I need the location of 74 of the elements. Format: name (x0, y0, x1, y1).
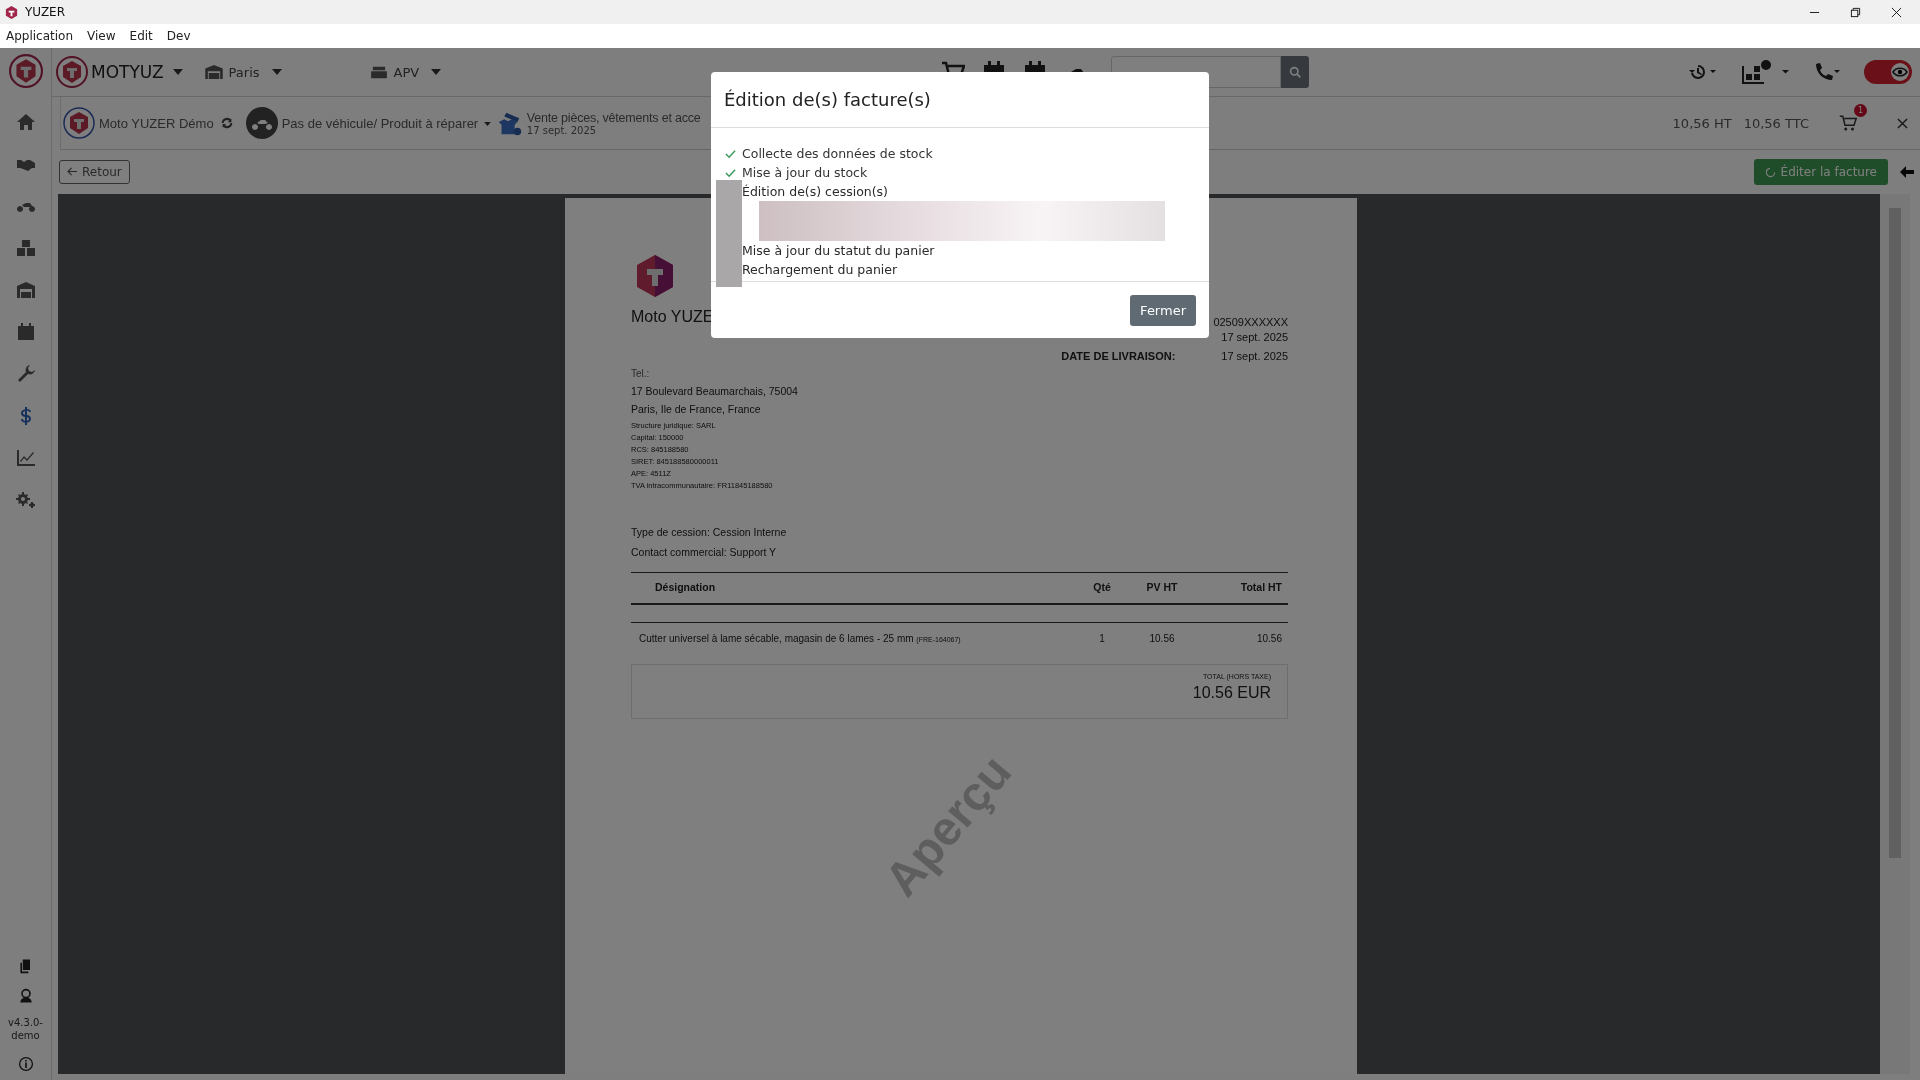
app-logo-icon[interactable] (8, 54, 43, 88)
department-selector[interactable]: APV (369, 64, 442, 80)
gears-icon[interactable] (15, 490, 36, 510)
caret-icon (483, 122, 491, 127)
close-icon[interactable] (1891, 6, 1902, 18)
company-logo-icon (635, 254, 675, 298)
column-header: Qté (1092, 581, 1112, 593)
company-logo-icon (56, 56, 88, 88)
back-button[interactable]: Retour (59, 160, 130, 184)
home-icon[interactable] (15, 112, 36, 132)
info-icon[interactable] (17, 1056, 34, 1072)
delivery-label: DATE DE LIVRAISON: (1061, 350, 1176, 362)
step-label: Édition de(s) cession(s) (742, 184, 888, 199)
step-label: Mise à jour du stock (742, 165, 868, 180)
step-label: Collecte des données de stock (742, 146, 933, 161)
history-icon[interactable] (1688, 62, 1718, 82)
restore-icon[interactable] (1850, 6, 1861, 18)
delivery-date: 17 sept. 2025 (1221, 350, 1288, 362)
warehouse-icon (204, 65, 223, 79)
motorcycle-avatar-icon (245, 107, 278, 139)
sales-contact: Contact commercial: Support Y (631, 546, 778, 558)
refresh-icon[interactable] (219, 116, 234, 130)
total-amount: 10.56 EUR (1192, 684, 1271, 702)
arrow-left-icon[interactable] (1900, 166, 1914, 178)
invoice-date: 17 sept. 2025 (1221, 331, 1288, 343)
vehicle-selector[interactable]: Pas de véhicule/ Produit à réparer (281, 115, 491, 131)
garage-icon[interactable] (15, 280, 36, 300)
invoice-number: 02509XXXXXX (1213, 316, 1288, 328)
app-logo-icon (4, 4, 19, 20)
column-header: Total HT (1239, 581, 1282, 593)
search-icon (1288, 65, 1302, 79)
company-name: Moto YUZE (631, 308, 714, 326)
search-button[interactable] (1281, 56, 1310, 88)
eye-icon (1890, 62, 1910, 82)
visibility-toggle[interactable] (1864, 60, 1912, 84)
address-line: 17 Boulevard Beaumarchais, 75004 (631, 385, 799, 397)
cession-type: Type de cession: Cession Interne (631, 526, 788, 538)
caret-icon (431, 69, 442, 75)
cart-badge: 1 (1854, 104, 1867, 117)
caret-icon (172, 69, 183, 75)
company-selector[interactable]: MOTYUZ (56, 56, 183, 88)
step-label: Rechargement du panier (742, 262, 898, 277)
caret-icon (271, 69, 282, 75)
sale-date: 17 sept. 2025 (526, 124, 597, 136)
boxes-icon[interactable] (15, 238, 36, 258)
dialog-title: Édition de(s) facture(s) (724, 89, 931, 110)
version-label: v4.3.0-demo (7, 1016, 44, 1042)
phone-label: Tel.: (631, 368, 651, 379)
table-cell-text: 10.56 (1148, 633, 1176, 644)
spinner-icon (1764, 166, 1776, 178)
step-label: Mise à jour du statut du panier (742, 243, 935, 258)
menu-item[interactable]: Application (6, 29, 74, 43)
menu-item[interactable]: View (87, 29, 116, 43)
table-cell-text: 10.56 (1255, 633, 1282, 644)
table-cell-text: 1 (1098, 633, 1106, 644)
chart-icon[interactable] (15, 448, 36, 468)
address-line: Paris, Ile de France, France (631, 403, 762, 415)
total-ht: 10,56 HT (1672, 115, 1732, 131)
edit-invoice-button[interactable]: Éditer la facture (1753, 159, 1888, 185)
arrow-left-icon (67, 167, 78, 176)
scrollbar[interactable] (1880, 194, 1910, 1074)
customer-name[interactable]: Moto YUZER Démo (99, 115, 214, 131)
shop-selector[interactable]: Paris (204, 64, 282, 80)
menu-item[interactable]: Edit (129, 29, 153, 43)
menu-item[interactable]: Dev (166, 29, 191, 43)
customer-avatar-icon (63, 107, 95, 139)
total-ttc: 10,56 TTC (1743, 115, 1809, 131)
column-header: PV HT (1145, 581, 1179, 593)
column-header: Désignation (654, 581, 717, 593)
window-title: YUZER (25, 5, 66, 19)
calendar-icon[interactable] (15, 322, 36, 342)
close-button[interactable]: Fermer (1130, 294, 1196, 326)
cart-icon[interactable] (1839, 114, 1857, 132)
sale-type: Vente pièces, vêtements et acce (526, 110, 701, 125)
